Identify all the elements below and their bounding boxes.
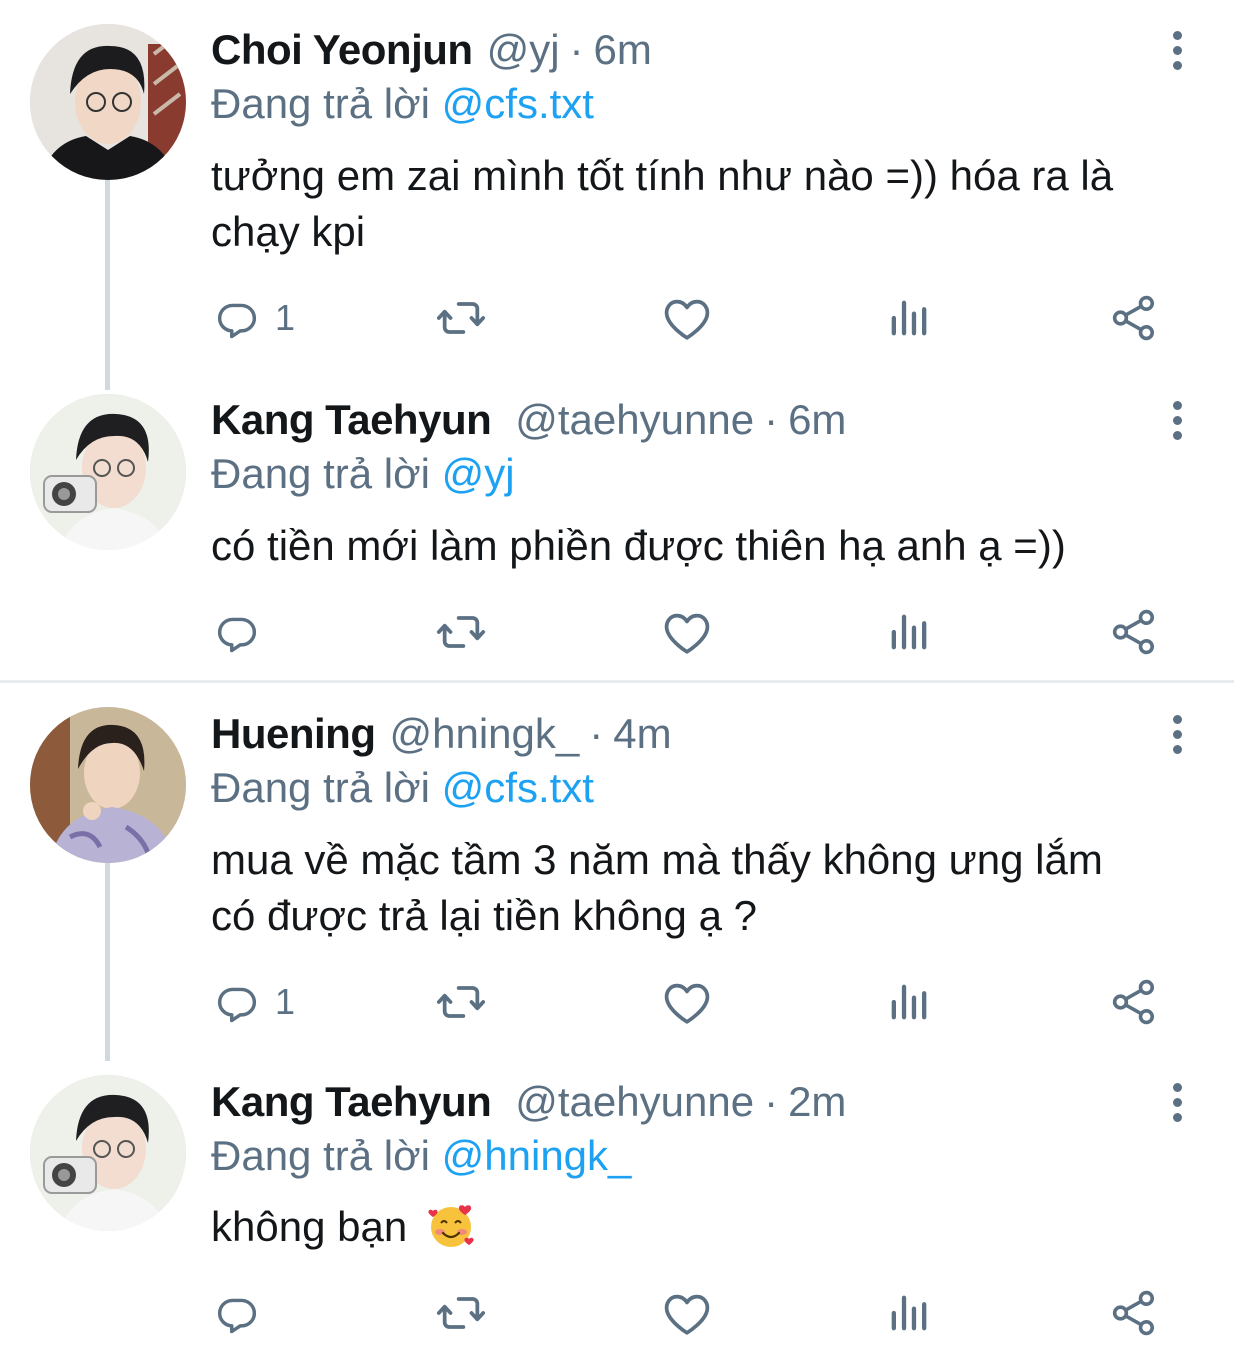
retweet-icon — [433, 604, 489, 660]
like-button[interactable] — [659, 1283, 715, 1343]
tweet-text: mua về mặc tầm 3 năm mà thấy không ưng l… — [211, 832, 1201, 944]
share-icon — [1107, 1286, 1161, 1340]
like-button[interactable] — [659, 972, 715, 1032]
share-icon — [1107, 605, 1161, 659]
share-button[interactable] — [1107, 1283, 1161, 1343]
display-name[interactable]: Choi Yeonjun — [211, 25, 473, 75]
timestamp[interactable]: 6m — [594, 25, 652, 75]
replying-prefix: Đang trả lời — [211, 450, 430, 497]
tweet-taehyun-1[interactable]: Kang Taehyun @taehyunne · 6m Đang trả lờ… — [0, 390, 1234, 680]
share-button[interactable] — [1107, 602, 1161, 662]
timestamp[interactable]: 4m — [613, 709, 671, 759]
like-icon — [659, 604, 715, 660]
like-icon — [659, 974, 715, 1030]
analytics-icon — [883, 292, 935, 344]
action-bar: 1 — [211, 972, 1171, 1032]
avatar[interactable] — [30, 24, 186, 180]
display-name[interactable]: Kang Taehyun — [211, 1077, 492, 1127]
replying-to: Đang trả lời @cfs.txt — [211, 78, 594, 130]
share-button[interactable] — [1107, 288, 1161, 348]
tweet-yeonjun[interactable]: Choi Yeonjun @yj · 6m Đang trả lời @cfs.… — [0, 0, 1234, 390]
tweet-huening[interactable]: Huening @hningk_ · 4m Đang trả lời @cfs.… — [0, 683, 1234, 1063]
retweet-icon — [433, 290, 489, 346]
analytics-icon — [883, 1287, 935, 1339]
separator: · — [764, 1078, 779, 1125]
reply-icon — [211, 1287, 263, 1339]
share-icon — [1107, 291, 1161, 345]
retweet-button[interactable] — [433, 288, 489, 348]
tweet-text-line: có được trả lại tiền không ạ ? — [211, 892, 757, 939]
action-bar — [211, 602, 1171, 662]
reply-button[interactable] — [211, 602, 263, 662]
replying-prefix: Đang trả lời — [211, 1132, 430, 1179]
share-icon — [1107, 975, 1161, 1029]
mention-link[interactable]: @cfs.txt — [442, 764, 594, 811]
avatar[interactable] — [30, 707, 186, 863]
replying-prefix: Đang trả lời — [211, 764, 430, 811]
thread-line — [105, 861, 110, 1061]
action-bar — [211, 1283, 1171, 1343]
reply-button[interactable]: 1 — [211, 972, 295, 1032]
smiling-face-with-hearts-icon — [428, 1205, 474, 1247]
user-handle[interactable]: @taehyunne — [515, 1077, 754, 1127]
tweet-text-line: có tiền mới làm phiền được thiên hạ anh … — [211, 522, 1066, 569]
separator: · — [589, 710, 604, 757]
timestamp[interactable]: 2m — [788, 1077, 846, 1127]
user-handle[interactable]: @hningk_ — [389, 709, 579, 759]
more-options-icon[interactable] — [1170, 1077, 1184, 1127]
display-name[interactable]: Kang Taehyun — [211, 395, 492, 445]
timestamp[interactable]: 6m — [788, 395, 846, 445]
tweet-text: tưởng em zai mình tốt tính như nào =)) h… — [211, 148, 1201, 260]
mention-link[interactable]: @hningk_ — [442, 1132, 632, 1179]
share-button[interactable] — [1107, 972, 1161, 1032]
retweet-button[interactable] — [433, 972, 489, 1032]
replying-to: Đang trả lời @cfs.txt — [211, 762, 594, 814]
analytics-button[interactable] — [883, 288, 935, 348]
tweet-text-line: chạy kpi — [211, 208, 366, 255]
like-button[interactable] — [659, 288, 715, 348]
replying-to: Đang trả lời @yj — [211, 448, 515, 500]
reply-count: 1 — [275, 981, 296, 1022]
tweet-text-line: tưởng em zai mình tốt tính như nào =)) h… — [211, 152, 1114, 199]
reply-button[interactable] — [211, 1283, 263, 1343]
tweet-text-line: mua về mặc tầm 3 năm mà thấy không ưng l… — [211, 836, 1103, 883]
more-options-icon[interactable] — [1170, 25, 1184, 75]
reply-icon — [211, 606, 263, 658]
analytics-icon — [883, 976, 935, 1028]
like-icon — [659, 1285, 715, 1341]
retweet-icon — [433, 1285, 489, 1341]
reply-count: 1 — [275, 297, 296, 338]
reply-button[interactable]: 1 — [211, 288, 295, 348]
display-name[interactable]: Huening — [211, 709, 376, 759]
tweet-text: không bạn — [211, 1199, 1201, 1255]
tweet-taehyun-2[interactable]: Kang Taehyun @taehyunne · 2m Đang trả lờ… — [0, 1073, 1234, 1372]
retweet-button[interactable] — [433, 1283, 489, 1343]
user-handle[interactable]: @yj — [487, 25, 560, 75]
retweet-button[interactable] — [433, 602, 489, 662]
mention-link[interactable]: @cfs.txt — [442, 80, 594, 127]
more-options-icon[interactable] — [1170, 395, 1184, 445]
like-button[interactable] — [659, 602, 715, 662]
analytics-icon — [883, 606, 935, 658]
analytics-button[interactable] — [883, 1283, 935, 1343]
tweet-text: có tiền mới làm phiền được thiên hạ anh … — [211, 518, 1201, 574]
analytics-button[interactable] — [883, 972, 935, 1032]
replying-to: Đang trả lời @hningk_ — [211, 1130, 631, 1182]
user-handle[interactable]: @taehyunne — [515, 395, 754, 445]
separator: · — [569, 26, 584, 73]
thread-line — [105, 180, 110, 390]
tweet-text-line: không bạn — [211, 1203, 408, 1250]
action-bar: 1 — [211, 288, 1171, 348]
replying-prefix: Đang trả lời — [211, 80, 430, 127]
analytics-button[interactable] — [883, 602, 935, 662]
avatar[interactable] — [30, 394, 186, 550]
like-icon — [659, 290, 715, 346]
reply-icon — [211, 292, 263, 344]
retweet-icon — [433, 974, 489, 1030]
mention-link[interactable]: @yj — [442, 450, 515, 497]
separator: · — [764, 396, 779, 443]
avatar[interactable] — [30, 1075, 186, 1231]
reply-icon — [211, 976, 263, 1028]
more-options-icon[interactable] — [1170, 709, 1184, 759]
